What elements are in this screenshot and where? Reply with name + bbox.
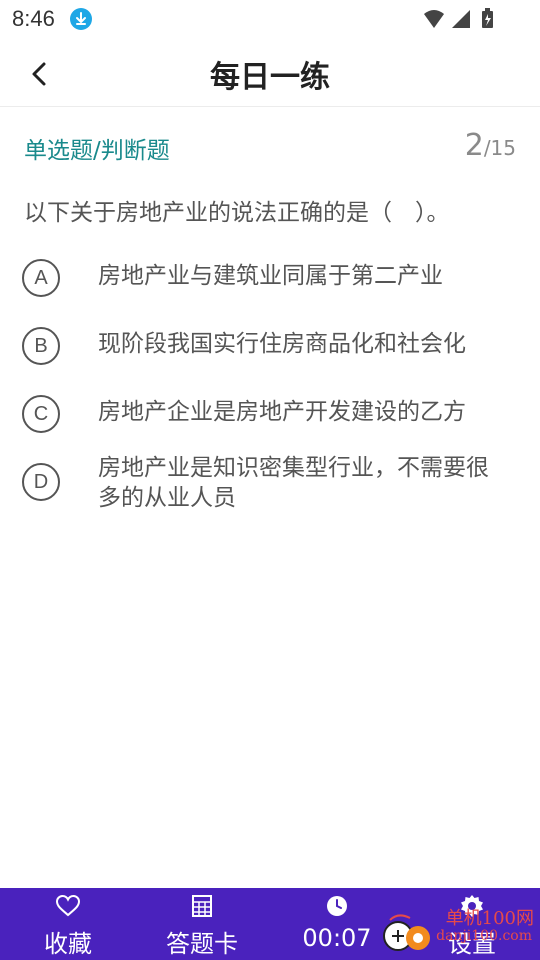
watermark-logo-icon bbox=[383, 914, 430, 951]
heart-icon bbox=[55, 894, 81, 917]
grid-icon bbox=[192, 895, 212, 917]
option-letter: C bbox=[22, 395, 60, 433]
download-icon bbox=[70, 8, 92, 30]
watermark: 单机100网 danji100.com bbox=[383, 900, 536, 956]
option-letter: D bbox=[22, 463, 60, 501]
progress-total: /15 bbox=[483, 136, 516, 160]
option-text: 现阶段我国实行住房商品化和社会化 bbox=[98, 331, 466, 357]
status-bar: 8:46 bbox=[0, 0, 540, 38]
wifi-icon bbox=[424, 10, 444, 28]
bottom-bar: 收藏 答题卡 00:07 设置 单机100网 danji100.com bbox=[0, 888, 540, 960]
option-letter: A bbox=[22, 259, 60, 297]
favorite-label: 收藏 bbox=[44, 930, 92, 958]
option-text: 房地产企业是房地产开发建设的乙方 bbox=[98, 399, 466, 425]
status-time: 8:46 bbox=[12, 6, 55, 31]
signal-icon bbox=[452, 10, 470, 28]
watermark-text: 单机100网 bbox=[445, 908, 534, 929]
status-indicators bbox=[422, 8, 502, 30]
answer-card-label: 答题卡 bbox=[166, 930, 238, 958]
question-progress: 2/15 bbox=[465, 128, 516, 163]
option-letter: B bbox=[22, 327, 60, 365]
option-text: 房地产业与建筑业同属于第二产业 bbox=[98, 263, 443, 289]
page-title: 每日一练 bbox=[210, 60, 330, 95]
question-text: 以下关于房地产业的说法正确的是（ ）。 bbox=[24, 200, 450, 226]
favorite-button[interactable]: 收藏 bbox=[8, 888, 128, 960]
question-type-label: 单选题/判断题 bbox=[24, 138, 170, 164]
answer-card-button[interactable]: 答题卡 bbox=[142, 888, 262, 960]
option-text: 房地产业是知识密集型行业，不需要很多的从业人员 bbox=[98, 455, 489, 511]
progress-current: 2 bbox=[464, 128, 484, 163]
watermark-sub: danji100.com bbox=[436, 928, 532, 944]
clock-icon bbox=[327, 896, 347, 916]
header: 每日一练 bbox=[0, 38, 540, 107]
